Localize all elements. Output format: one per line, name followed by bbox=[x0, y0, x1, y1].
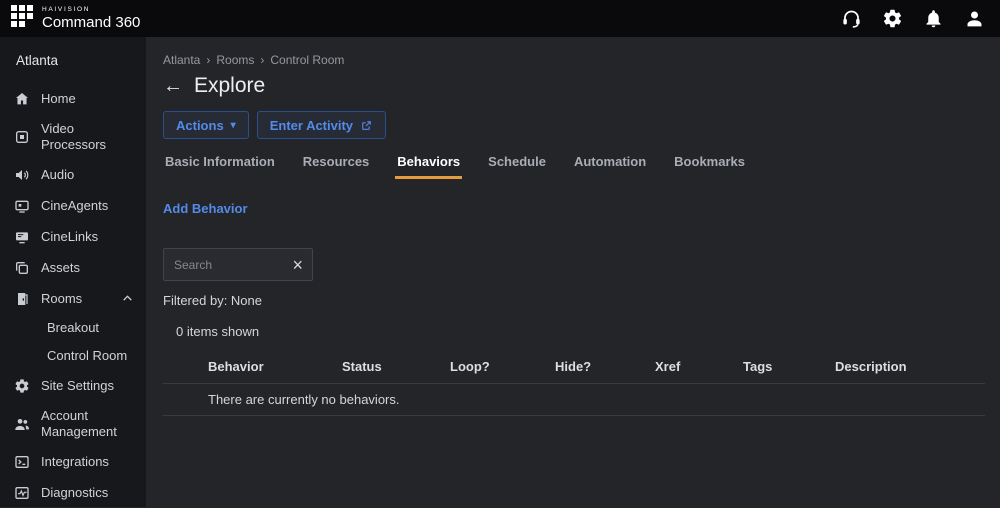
sidebar-item-assets[interactable]: Assets bbox=[0, 252, 146, 283]
topbar-icons bbox=[839, 7, 986, 31]
sidebar-item-site-settings[interactable]: Site Settings bbox=[0, 370, 146, 401]
table-empty-row: There are currently no behaviors. bbox=[163, 384, 985, 416]
page-title: Explore bbox=[194, 74, 266, 97]
breadcrumb: Atlanta › Rooms › Control Room bbox=[163, 53, 985, 67]
home-icon bbox=[13, 90, 30, 107]
sidebar-subitem-label: Control Room bbox=[47, 348, 128, 364]
empty-table-message: There are currently no behaviors. bbox=[208, 392, 400, 407]
col-header-hide[interactable]: Hide? bbox=[555, 359, 655, 374]
video-processors-icon bbox=[13, 128, 30, 145]
tab-resources[interactable]: Resources bbox=[301, 154, 371, 179]
sidebar-item-label: Integrations bbox=[41, 454, 109, 470]
col-header-tags[interactable]: Tags bbox=[743, 359, 835, 374]
clear-search-icon[interactable]: × bbox=[292, 256, 303, 274]
sidebar-item-audio[interactable]: Audio bbox=[0, 159, 146, 190]
notifications-bell-icon[interactable] bbox=[921, 7, 945, 31]
sidebar-item-home[interactable]: Home bbox=[0, 83, 146, 114]
sidebar-item-cinelinks[interactable]: CineLinks bbox=[0, 221, 146, 252]
sidebar-item-label: CineLinks bbox=[41, 228, 99, 244]
sidebar-item-account-management[interactable]: Account Management bbox=[0, 401, 146, 446]
site-name[interactable]: Atlanta bbox=[0, 37, 146, 83]
col-header-behavior[interactable]: Behavior bbox=[208, 359, 342, 374]
top-bar: HAIVISION Command 360 bbox=[0, 0, 1000, 37]
add-behavior-link[interactable]: Add Behavior bbox=[163, 201, 248, 216]
sidebar-item-integrations[interactable]: Integrations bbox=[0, 446, 146, 477]
breadcrumb-separator: › bbox=[260, 53, 265, 67]
sidebar-item-label: Audio bbox=[41, 166, 75, 182]
filtered-by-text: Filtered by: None bbox=[163, 293, 262, 308]
caret-down-icon: ▾ bbox=[230, 119, 236, 131]
sidebar-item-label: Site Settings bbox=[41, 377, 114, 393]
tab-schedule[interactable]: Schedule bbox=[486, 154, 548, 179]
title-row: ← Explore bbox=[163, 74, 985, 98]
site-settings-icon bbox=[13, 377, 30, 394]
sidebar-item-cineagents[interactable]: CineAgents bbox=[0, 190, 146, 221]
account-management-icon bbox=[13, 415, 30, 432]
breadcrumb-control-room[interactable]: Control Room bbox=[270, 53, 344, 67]
items-shown-text: 0 items shown bbox=[176, 324, 260, 339]
behaviors-table: Behavior Status Loop? Hide? Xref Tags De… bbox=[163, 353, 985, 416]
haivision-logo-icon bbox=[10, 4, 34, 33]
sidebar-item-label: Rooms bbox=[41, 290, 83, 306]
diagnostics-icon bbox=[13, 484, 30, 501]
cinelinks-icon bbox=[13, 228, 30, 245]
external-link-icon bbox=[362, 120, 371, 130]
sidebar-subitem-breakout[interactable]: Breakout bbox=[0, 314, 146, 342]
tab-automation[interactable]: Automation bbox=[572, 154, 648, 179]
main-content: Atlanta › Rooms › Control Room ← Explore… bbox=[146, 37, 1000, 507]
sidebar-item-rooms[interactable]: Rooms bbox=[0, 283, 146, 314]
settings-gear-icon[interactable] bbox=[880, 7, 904, 31]
search-input[interactable] bbox=[174, 257, 287, 272]
sidebar-nav: Home Video Processors Audio CineAgents C… bbox=[0, 83, 146, 508]
sidebar-item-label: Video Processors bbox=[41, 121, 107, 152]
chevron-up-icon[interactable] bbox=[121, 292, 134, 305]
audio-icon bbox=[13, 166, 30, 183]
assets-icon bbox=[13, 259, 30, 276]
sidebar-item-label: Account Management bbox=[41, 408, 117, 439]
col-header-xref[interactable]: Xref bbox=[655, 359, 743, 374]
table-header-row: Behavior Status Loop? Hide? Xref Tags De… bbox=[163, 353, 985, 384]
tab-basic-information[interactable]: Basic Information bbox=[163, 154, 277, 179]
brand-name: Command 360 bbox=[42, 14, 141, 32]
back-arrow-icon[interactable]: ← bbox=[163, 76, 183, 96]
sidebar-subitem-label: Breakout bbox=[47, 320, 100, 336]
sidebar: Atlanta Home Video Processors Audio Cine… bbox=[0, 37, 146, 507]
actions-row: Actions ▾ Enter Activity bbox=[163, 111, 985, 139]
col-header-loop[interactable]: Loop? bbox=[450, 359, 555, 374]
tab-behaviors[interactable]: Behaviors bbox=[395, 154, 463, 179]
actions-button[interactable]: Actions ▾ bbox=[163, 111, 249, 139]
sidebar-item-label: CineAgents bbox=[41, 197, 109, 213]
integrations-icon bbox=[13, 453, 30, 470]
breadcrumb-rooms[interactable]: Rooms bbox=[216, 53, 254, 67]
cineagents-icon bbox=[13, 197, 30, 214]
brand-name-small: HAIVISION bbox=[42, 5, 91, 13]
breadcrumb-separator: › bbox=[206, 53, 211, 67]
account-person-icon[interactable] bbox=[962, 7, 986, 31]
sidebar-item-label: Home bbox=[41, 90, 76, 106]
support-headset-icon[interactable] bbox=[839, 7, 863, 31]
tab-bar: Basic Information Resources Behaviors Sc… bbox=[163, 154, 985, 179]
rooms-icon bbox=[13, 290, 30, 307]
sidebar-item-video-processors[interactable]: Video Processors bbox=[0, 114, 146, 159]
sidebar-item-diagnostics[interactable]: Diagnostics bbox=[0, 477, 146, 508]
sidebar-subitem-control-room[interactable]: Control Room bbox=[0, 342, 146, 370]
breadcrumb-atlanta[interactable]: Atlanta bbox=[163, 53, 200, 67]
col-header-status[interactable]: Status bbox=[342, 359, 450, 374]
actions-button-label: Actions bbox=[176, 117, 224, 133]
sidebar-item-label: Assets bbox=[41, 259, 81, 275]
enter-activity-button[interactable]: Enter Activity bbox=[256, 111, 387, 139]
tab-bookmarks[interactable]: Bookmarks bbox=[672, 154, 747, 179]
search-box: × bbox=[163, 248, 313, 281]
app-logo: HAIVISION Command 360 bbox=[10, 4, 140, 33]
enter-activity-button-label: Enter Activity bbox=[269, 117, 354, 133]
col-header-description[interactable]: Description bbox=[835, 359, 985, 374]
sidebar-item-label: Diagnostics bbox=[41, 485, 109, 501]
